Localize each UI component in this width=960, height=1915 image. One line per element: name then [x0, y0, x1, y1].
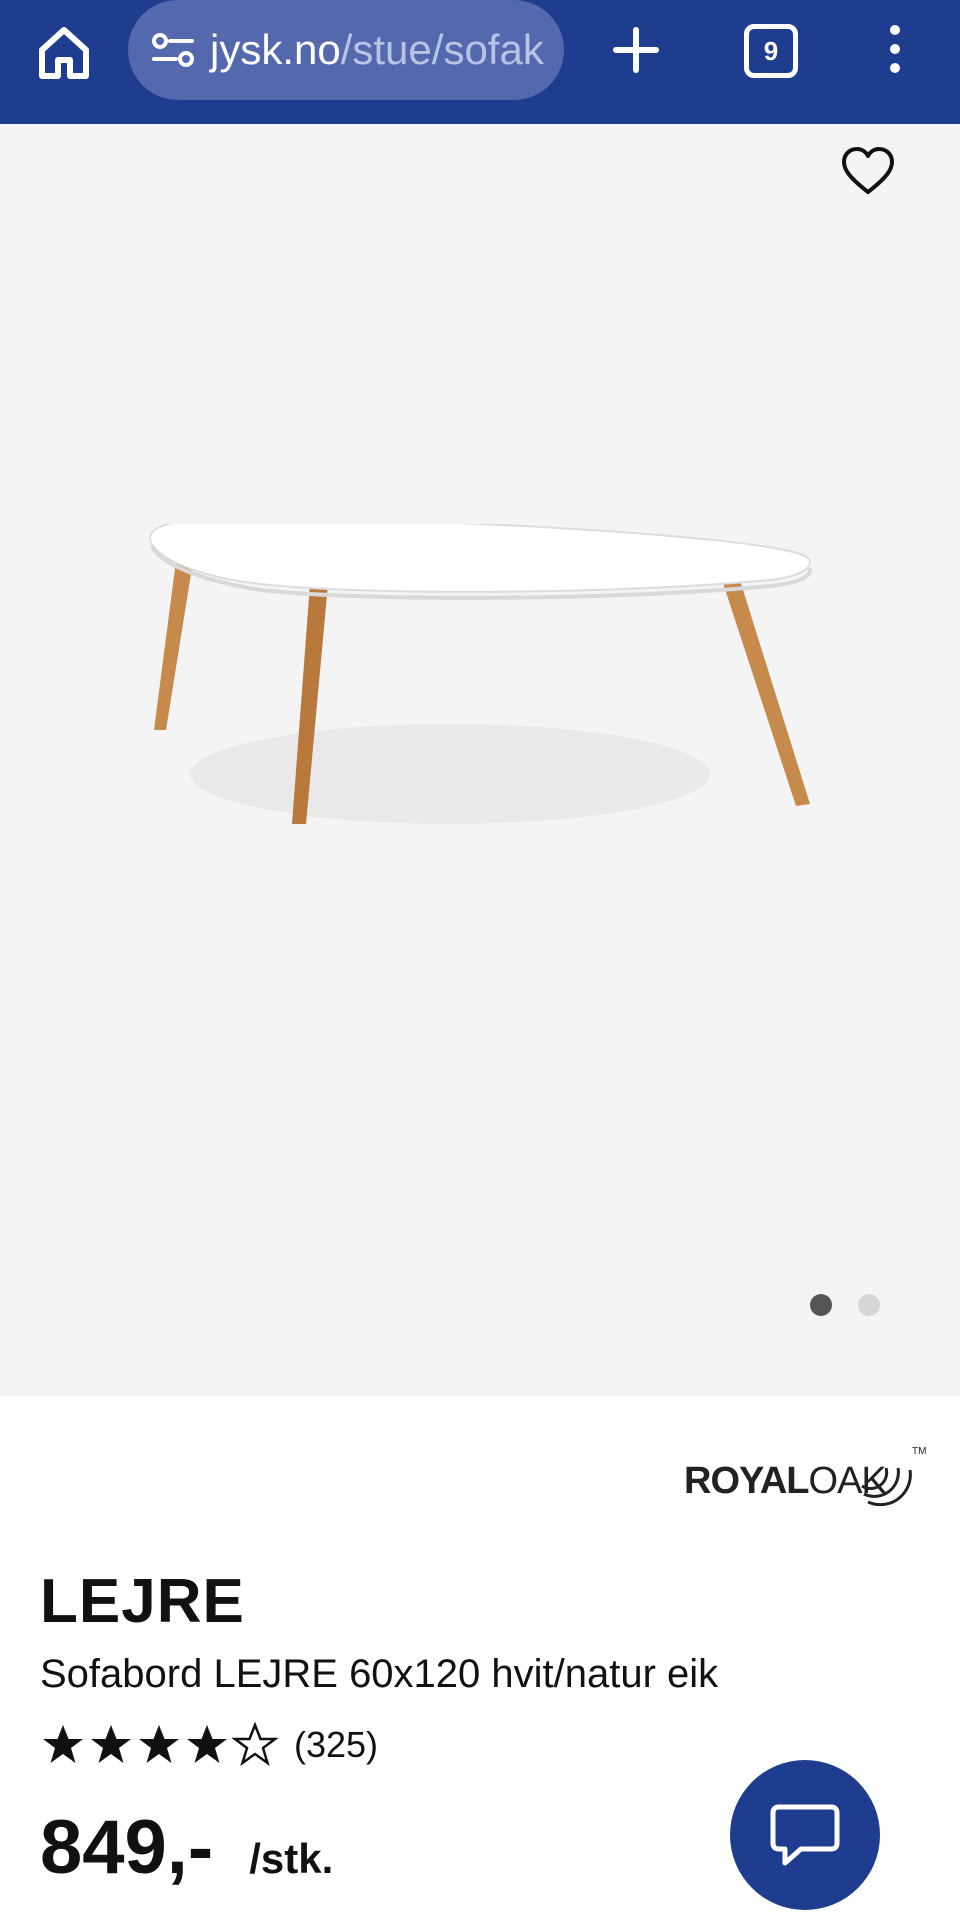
tune-icon[interactable] [150, 30, 196, 70]
url-host: jysk.no [210, 26, 341, 73]
trademark: TM [912, 1446, 926, 1457]
new-tab-button[interactable] [606, 20, 666, 80]
star-filled-icon [91, 1725, 131, 1763]
product-description: Sofabord LEJRE 60x120 hvit/natur eik [40, 1652, 719, 1696]
price-unit: /stk. [249, 1835, 334, 1882]
plus-icon [613, 27, 659, 73]
heart-icon [842, 147, 894, 194]
brand-logo: ROYALOAK TM [680, 1430, 930, 1510]
browser-menu-button[interactable] [880, 20, 910, 80]
product-rating[interactable]: (325) [40, 1722, 378, 1768]
star-filled-icon [43, 1725, 83, 1763]
url-path: /stue/sofak [340, 26, 544, 73]
review-count[interactable]: (325) [294, 1724, 378, 1766]
price-row: 849,- /stk. [40, 1804, 333, 1891]
address-bar[interactable]: jysk.no/stue/sofak [128, 0, 564, 100]
brand-logo-text: ROYALOAK [684, 1460, 887, 1503]
gallery-dot-2[interactable] [858, 1294, 880, 1316]
tab-switcher-button[interactable]: 9 [744, 24, 798, 78]
chat-bubble-icon [770, 1804, 840, 1866]
brand-logo-bold: ROYAL [684, 1460, 810, 1502]
product-price: 849,- [40, 1805, 214, 1890]
tab-count: 9 [763, 35, 779, 66]
product-image-gallery[interactable] [0, 124, 960, 1396]
brand-arcs-icon: TM [861, 1446, 926, 1507]
chat-button[interactable] [730, 1760, 880, 1910]
more-vertical-icon [890, 25, 900, 73]
product-image [148, 524, 813, 824]
star-filled-icon [187, 1725, 227, 1763]
home-button[interactable] [34, 22, 94, 82]
home-icon [39, 27, 89, 79]
star-filled-icon [139, 1725, 179, 1763]
star-empty-icon [232, 1722, 278, 1767]
favorite-button[interactable] [838, 142, 898, 202]
url-text: jysk.no/stue/sofak [210, 26, 544, 74]
browser-toolbar: jysk.no/stue/sofak 9 [0, 0, 960, 124]
gallery-dot-1[interactable] [810, 1294, 832, 1316]
product-name: LEJRE [40, 1567, 245, 1636]
gallery-pagination [810, 1294, 880, 1316]
